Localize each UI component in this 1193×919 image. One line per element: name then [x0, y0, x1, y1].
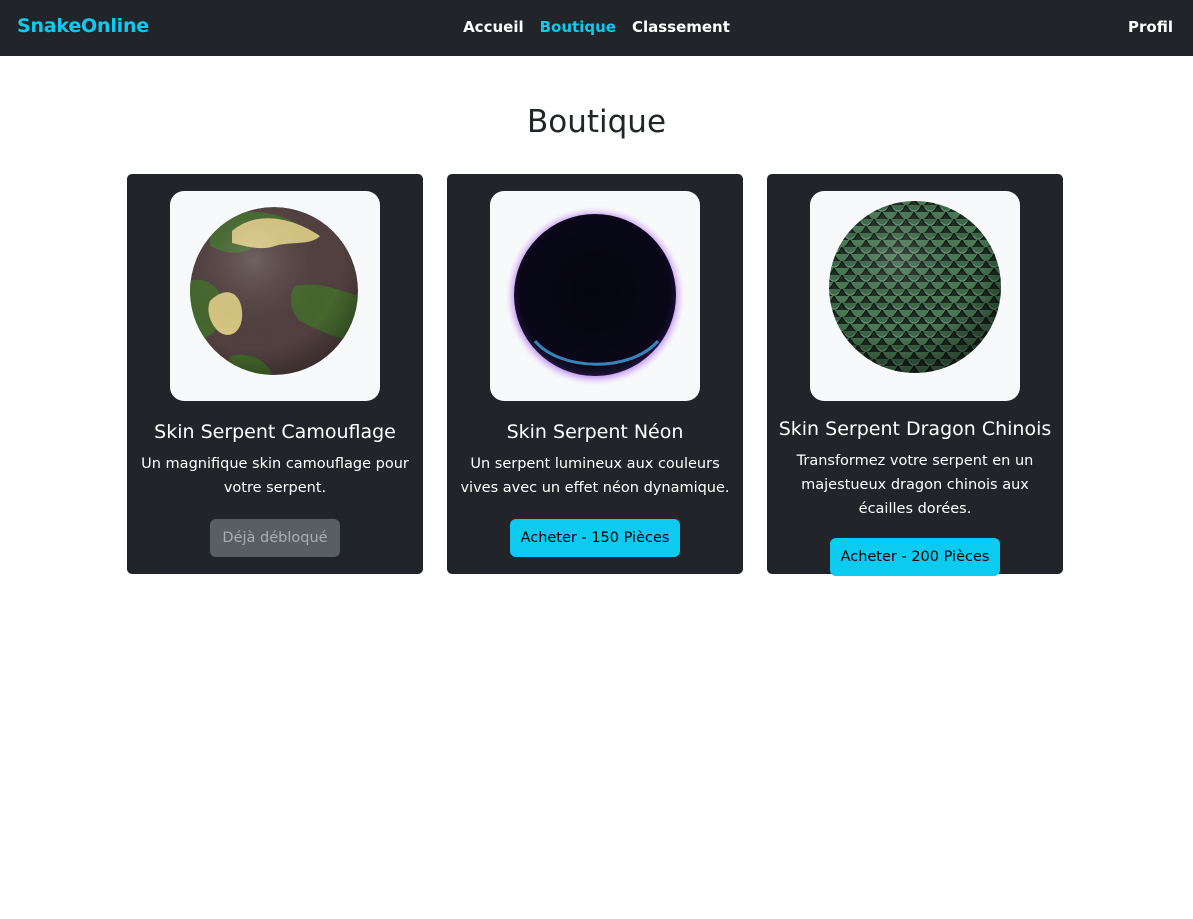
product-card-camouflage: Skin Serpent Camouflage Un magnifique sk…: [127, 174, 423, 574]
product-title: Skin Serpent Néon: [506, 421, 684, 443]
product-card-neon: Skin Serpent Néon Un serpent lumineux au…: [447, 174, 743, 574]
buy-button-neon[interactable]: Acheter - 150 Pièces: [510, 519, 680, 557]
nav-link-boutique[interactable]: Boutique: [540, 18, 616, 36]
product-title: Skin Serpent Camouflage: [154, 421, 396, 443]
product-title: Skin Serpent Dragon Chinois: [778, 418, 1052, 440]
nav-links: Accueil Boutique Classement: [0, 18, 1193, 36]
product-card-dragon: Skin Serpent Dragon Chinois Transformez …: [767, 174, 1063, 576]
neon-sphere-icon: [505, 206, 685, 386]
dragon-scale-sphere-icon: [829, 201, 1001, 373]
product-image-box: [170, 191, 380, 401]
unlocked-button[interactable]: Déjà débloqué: [210, 519, 340, 557]
navbar: SnakeOnline Accueil Boutique Classement …: [0, 0, 1193, 56]
camouflage-sphere-icon: [190, 207, 358, 375]
nav-link-accueil[interactable]: Accueil: [463, 18, 524, 36]
nav-link-profil[interactable]: Profil: [1128, 18, 1173, 36]
page-title: Boutique: [526, 104, 667, 140]
product-description: Un magnifique skin camouflage pour votre…: [141, 456, 409, 496]
product-image-box: [490, 191, 700, 401]
product-description: Un serpent lumineux aux couleurs vives a…: [460, 456, 730, 496]
product-image-box: [810, 191, 1020, 401]
buy-button-dragon[interactable]: Acheter - 200 Pièces: [830, 538, 1000, 576]
nav-link-classement[interactable]: Classement: [632, 18, 730, 36]
product-description: Transformez votre serpent en un majestue…: [796, 453, 1034, 517]
